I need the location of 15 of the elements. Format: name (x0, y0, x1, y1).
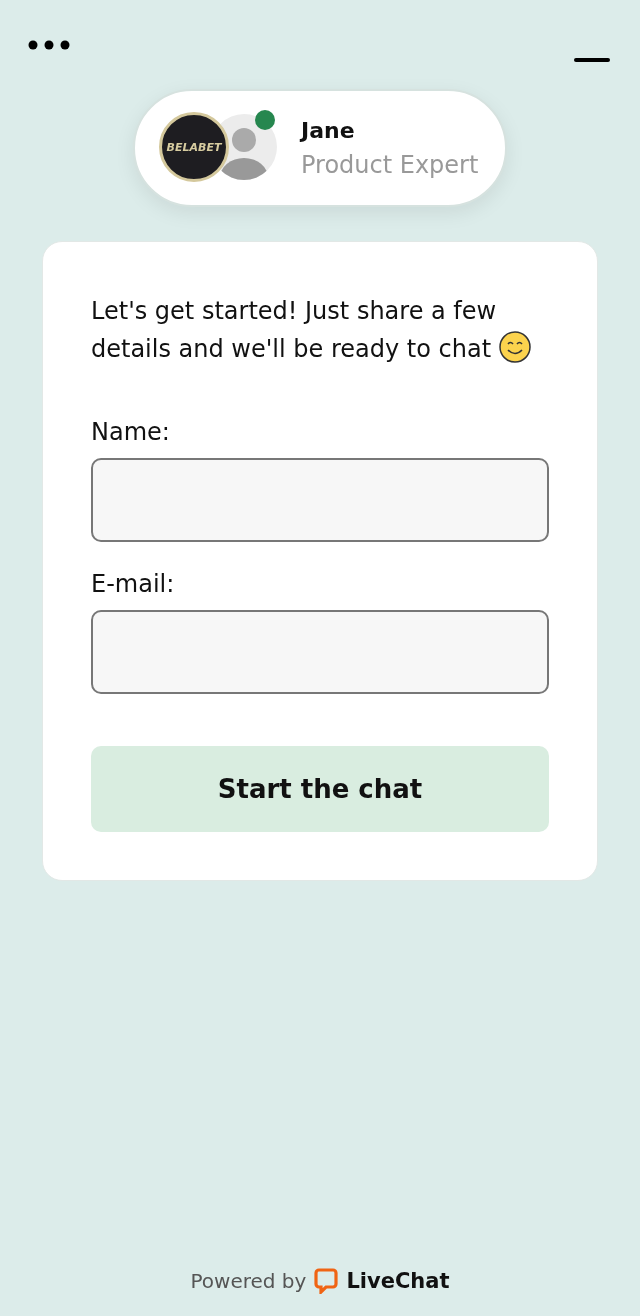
minimize-icon[interactable] (574, 58, 610, 62)
powered-by-text: Powered by (190, 1269, 307, 1293)
smiley-icon (498, 331, 531, 363)
agent-role: Product Expert (301, 150, 479, 179)
input-field[interactable] (91, 610, 549, 694)
field-label: E-mail: (91, 570, 176, 598)
field-label: Name: (91, 418, 171, 446)
brand-logo: BELABET (159, 112, 229, 182)
intro-text: Let's get started! Just share a few details and we'll be ready to chat (91, 292, 549, 368)
livechat-link[interactable]: LiveChat (346, 1269, 450, 1293)
agent-name: Jane (301, 117, 356, 143)
chat-bubble-icon (314, 1268, 339, 1294)
start-chat-button[interactable]: Start the chat (91, 746, 549, 832)
input-field[interactable] (91, 458, 549, 542)
more-icon[interactable] (28, 40, 70, 50)
